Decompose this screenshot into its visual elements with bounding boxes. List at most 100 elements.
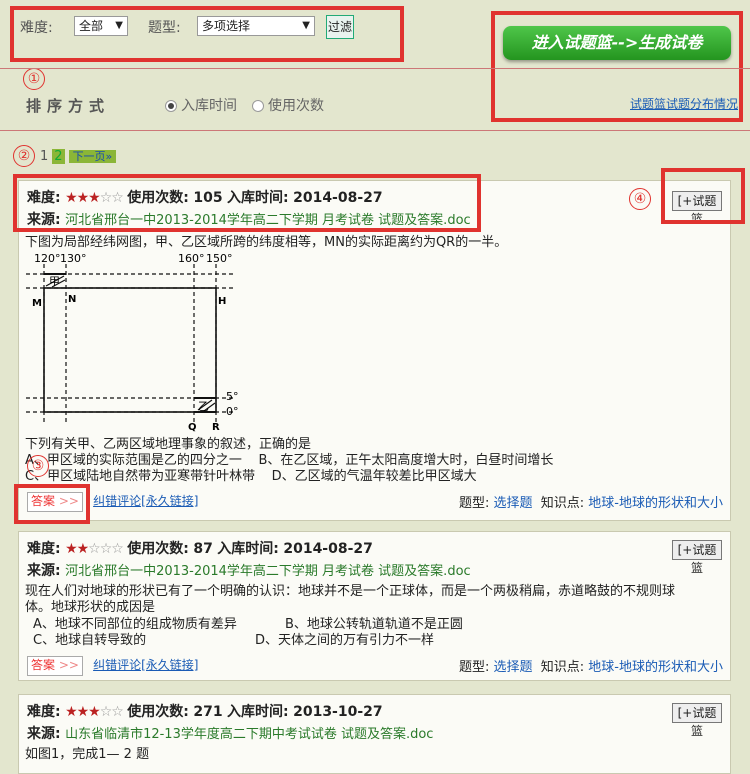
time-value: 2013-10-27 <box>293 704 383 720</box>
radio-selected-icon <box>165 100 177 112</box>
option-d: D、乙区域的气温年较差比甲区域大 <box>271 469 477 484</box>
divider <box>0 130 750 131</box>
source-key: 来源: <box>27 726 61 742</box>
radio-unselected-icon <box>252 100 264 112</box>
question-card: 难度: ★★☆☆☆ 使用次数: 87 入库时间: 2014-08-27 来源: … <box>18 531 731 681</box>
knowledge-key: 知识点: <box>540 496 585 511</box>
question-stem-line2: 体。地球形状的成因是 <box>25 600 156 615</box>
type-key: 题型: <box>458 496 490 511</box>
question-footer: 答案 >> 纠错评论[永久链接] 题型: 选择题 知识点: 地球-地球的形状和大… <box>27 492 723 512</box>
sort-by-time-radio[interactable]: 入库时间 <box>165 95 237 115</box>
difficulty-stars-empty: ☆☆☆ <box>88 541 124 557</box>
difficulty-select[interactable]: 全部 ▼ <box>74 16 128 36</box>
question-options-row2: C、地球自转导致的 D、天体之间的万有引力不一样 <box>25 633 725 649</box>
knowledge-point-link[interactable]: 地球-地球的形状和大小 <box>588 496 723 511</box>
chevron-down-icon: ▼ <box>302 20 310 31</box>
annotation-box-meta <box>13 174 481 232</box>
label-h: H <box>218 296 226 307</box>
question-type-link[interactable]: 选择题 <box>493 496 532 511</box>
annotation-number-4: ④ <box>629 188 651 210</box>
type-select-value: 多项选择 <box>202 19 251 33</box>
question-intro: 下图为局部经纬网图，甲、乙区域所跨的纬度相等，MN的实际距离约为QR的一半。 <box>25 235 508 250</box>
pager-current: 1 <box>40 149 49 164</box>
add-to-basket-button[interactable]: [+试题篮 <box>672 540 722 575</box>
question-meta: 难度: ★★☆☆☆ 使用次数: 87 入库时间: 2014-08-27 来源: … <box>27 538 471 583</box>
type-select[interactable]: 多项选择 ▼ <box>197 16 315 36</box>
usage-count: 87 <box>193 541 213 557</box>
question-stem: 如图1，完成1— 2 题 <box>25 747 150 762</box>
time-value: 2014-08-27 <box>283 541 373 557</box>
add-to-basket-button[interactable]: [+试题篮 <box>672 703 722 738</box>
time-key: 入库时间: <box>217 541 279 557</box>
question-tags: 题型: 选择题 知识点: 地球-地球的形状和大小 <box>459 492 723 511</box>
option-c: C、地球自转导致的 <box>33 633 147 648</box>
annotation-number-2: ② <box>13 145 35 167</box>
option-d: D、天体之间的万有引力不一样 <box>255 633 435 648</box>
question-footer: 答案 >> 纠错评论[永久链接] 题型: 选择题 知识点: 地球-地球的形状和大… <box>27 656 723 676</box>
label-n: N <box>68 294 76 305</box>
annotation-number-1: ① <box>23 68 45 90</box>
label-yi: 乙 <box>198 400 209 413</box>
annotation-number-3: ③ <box>27 455 49 477</box>
sort-by-usage-label: 使用次数 <box>268 98 324 114</box>
latitude-longitude-grid-figure: 120° 130° 160° 150° 5° 0° M N H Q R 甲 乙 <box>26 252 239 432</box>
source-link[interactable]: 河北省邢台一中2013-2014学年高二下学期 月考试卷 试题及答案.doc <box>65 564 471 579</box>
label-lat-5: 5° <box>226 390 239 403</box>
pager: 1 2 下一页» <box>40 148 117 164</box>
option-a: A、甲区域的实际范围是乙的四分之一 <box>25 453 242 468</box>
label-m: M <box>32 298 42 309</box>
difficulty-stars: ★★★ <box>65 704 101 720</box>
chevron-right-icon: >> <box>58 658 79 672</box>
question-stem-line1: 现在人们对地球的形状已有了一个明确的认识：地球并不是一个正球体，而是一个两极稍扁… <box>25 584 676 599</box>
question-stem: 下列有关甲、乙两区域地理事象的叙述，正确的是 <box>25 437 312 452</box>
sort-by-usage-radio[interactable]: 使用次数 <box>252 95 324 115</box>
question-options-row1: A、地球不同部位的组成物质有差异 B、地球公转轨道轨道不是正圆 <box>25 617 725 633</box>
label-r: R <box>212 422 220 432</box>
difficulty-label: 难度: <box>20 20 53 36</box>
annotation-box-add-basket <box>661 168 745 224</box>
option-b: B、在乙区域，正午太阳高度增大时，白昼时间增长 <box>258 453 554 468</box>
knowledge-key: 知识点: <box>540 660 585 675</box>
question-meta: 难度: ★★★☆☆ 使用次数: 271 入库时间: 2013-10-27 来源:… <box>27 701 433 746</box>
enter-basket-button[interactable]: 进入试题篮-->生成试卷 <box>503 26 731 60</box>
chevron-down-icon: ▼ <box>115 20 123 31</box>
divider <box>0 68 750 69</box>
sort-title: 排序方式 <box>26 97 111 115</box>
usage-count: 271 <box>193 704 223 720</box>
question-card: 难度: ★★★☆☆ 使用次数: 271 入库时间: 2013-10-27 来源:… <box>18 694 731 774</box>
question-type-link[interactable]: 选择题 <box>493 660 532 675</box>
pager-next-link[interactable]: 下一页» <box>68 150 117 163</box>
question-options-row2: C、甲区域陆地自然带为亚寒带针叶林带 D、乙区域的气温年较差比甲区域大 <box>25 469 725 485</box>
usage-key: 使用次数: <box>127 541 189 557</box>
error-comment-link[interactable]: 纠错评论[永久链接] <box>93 658 198 672</box>
label-lat-0: 0° <box>226 405 239 418</box>
difficulty-select-value: 全部 <box>79 19 104 33</box>
difficulty-key: 难度: <box>27 704 61 720</box>
option-b: B、地球公转轨道轨道不是正圆 <box>285 617 463 632</box>
source-key: 来源: <box>27 563 61 579</box>
sort-by-time-label: 入库时间 <box>181 98 237 114</box>
knowledge-point-link[interactable]: 地球-地球的形状和大小 <box>588 660 723 675</box>
type-label: 题型: <box>148 20 181 36</box>
option-a: A、地球不同部位的组成物质有差异 <box>33 617 237 632</box>
basket-distribution-link[interactable]: 试题篮试题分布情况 <box>630 95 738 112</box>
difficulty-key: 难度: <box>27 541 61 557</box>
question-tags: 题型: 选择题 知识点: 地球-地球的形状和大小 <box>459 656 723 675</box>
label-lon-130: 130° <box>60 252 87 265</box>
filter-button[interactable]: 过滤 <box>326 15 354 39</box>
difficulty-stars-empty: ☆☆ <box>99 704 124 720</box>
pager-page-2[interactable]: 2 <box>52 149 65 164</box>
question-options-row1: A、甲区域的实际范围是乙的四分之一 B、在乙区域，正午太阳高度增大时，白昼时间增… <box>25 453 725 469</box>
option-c: C、甲区域陆地自然带为亚寒带针叶林带 <box>25 469 256 484</box>
top-panel: 难度: 全部 ▼ 题型: 多项选择 ▼ 过滤 进入试题篮-->生成试卷 试题篮试… <box>0 0 750 130</box>
annotation-box-answer <box>14 484 90 524</box>
difficulty-stars: ★★ <box>65 541 89 557</box>
source-link[interactable]: 山东省临清市12-13学年度高二下期中考试试卷 试题及答案.doc <box>65 727 433 742</box>
type-key: 题型: <box>458 660 490 675</box>
label-q: Q <box>188 422 197 432</box>
answer-label: 答案 <box>31 658 56 672</box>
label-lon-150: 150° <box>206 252 233 265</box>
time-key: 入库时间: <box>227 704 289 720</box>
error-comment-link[interactable]: 纠错评论[永久链接] <box>93 494 198 508</box>
answer-button[interactable]: 答案 >> <box>27 656 83 676</box>
